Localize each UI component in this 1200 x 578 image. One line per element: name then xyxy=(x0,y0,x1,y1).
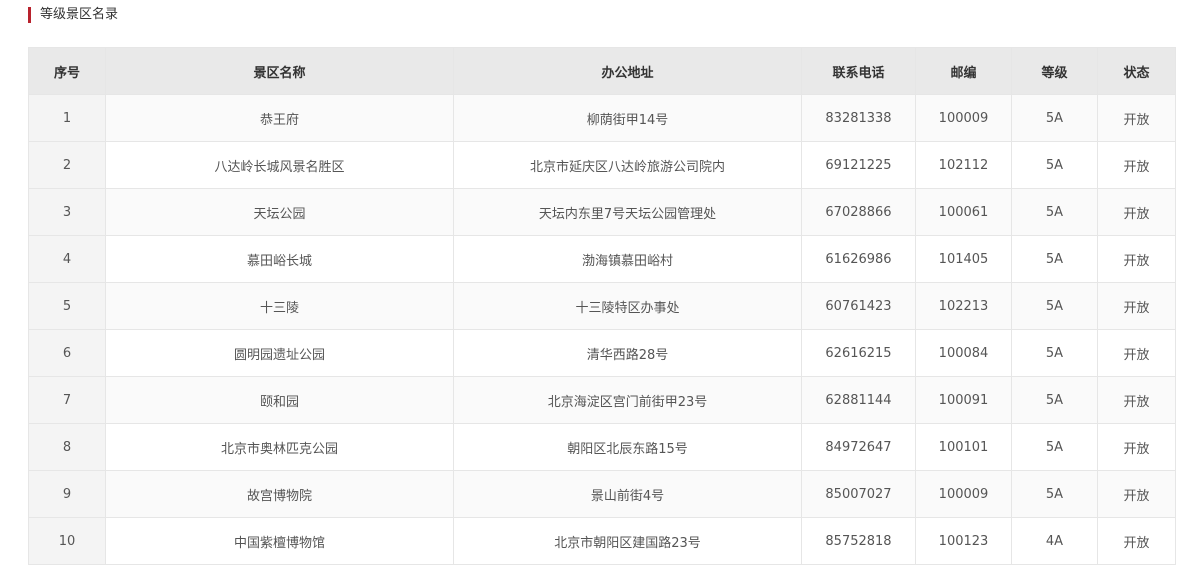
cell-status: 开放 xyxy=(1097,376,1176,424)
header-index: 序号 xyxy=(28,47,106,95)
cell-name: 十三陵 xyxy=(105,282,454,330)
cell-name: 恭王府 xyxy=(105,94,454,142)
cell-index: 4 xyxy=(28,235,106,283)
cell-level: 5A xyxy=(1011,141,1098,189)
cell-status: 开放 xyxy=(1097,423,1176,471)
cell-status: 开放 xyxy=(1097,188,1176,236)
cell-postcode: 100061 xyxy=(915,188,1012,236)
cell-name: 天坛公园 xyxy=(105,188,454,236)
cell-index: 5 xyxy=(28,282,106,330)
cell-address: 景山前街4号 xyxy=(453,470,802,518)
cell-address: 十三陵特区办事处 xyxy=(453,282,802,330)
cell-postcode: 100123 xyxy=(915,517,1012,565)
cell-level: 5A xyxy=(1011,376,1098,424)
cell-postcode: 100101 xyxy=(915,423,1012,471)
table-row: 1 恭王府 柳荫街甲14号 83281338 100009 5A 开放 xyxy=(28,94,1176,142)
cell-name: 北京市奥林匹克公园 xyxy=(105,423,454,471)
cell-name: 八达岭长城风景名胜区 xyxy=(105,141,454,189)
scenic-table-container: 序号 景区名称 办公地址 联系电话 邮编 等级 状态 1 恭王府 柳荫街甲14号 83… xyxy=(28,47,1176,565)
cell-name: 圆明园遗址公园 xyxy=(105,329,454,377)
section-header: 等级景区名录 xyxy=(28,7,118,23)
cell-address: 北京市朝阳区建国路23号 xyxy=(453,517,802,565)
header-status: 状态 xyxy=(1097,47,1176,95)
cell-address: 清华西路28号 xyxy=(453,329,802,377)
table-row: 6 圆明园遗址公园 清华西路28号 62616215 100084 5A 开放 xyxy=(28,329,1176,377)
cell-postcode: 100084 xyxy=(915,329,1012,377)
cell-level: 5A xyxy=(1011,470,1098,518)
cell-status: 开放 xyxy=(1097,94,1176,142)
cell-level: 4A xyxy=(1011,517,1098,565)
cell-index: 8 xyxy=(28,423,106,471)
cell-index: 6 xyxy=(28,329,106,377)
cell-postcode: 100009 xyxy=(915,94,1012,142)
table-row: 10 中国紫檀博物馆 北京市朝阳区建国路23号 85752818 100123 4A 开放 xyxy=(28,517,1176,565)
cell-phone: 62881144 xyxy=(801,376,916,424)
cell-address: 朝阳区北辰东路15号 xyxy=(453,423,802,471)
table-row: 2 八达岭长城风景名胜区 北京市延庆区八达岭旅游公司院内 69121225 102112… xyxy=(28,141,1176,189)
cell-level: 5A xyxy=(1011,235,1098,283)
table-body: 1 恭王府 柳荫街甲14号 83281338 100009 5A 开放 2 八达岭长城风景名胜区… xyxy=(28,94,1176,565)
cell-postcode: 101405 xyxy=(915,235,1012,283)
cell-level: 5A xyxy=(1011,94,1098,142)
cell-status: 开放 xyxy=(1097,235,1176,283)
cell-name: 慕田峪长城 xyxy=(105,235,454,283)
header-address: 办公地址 xyxy=(453,47,802,95)
cell-postcode: 100091 xyxy=(915,376,1012,424)
section-title: 等级景区名录 xyxy=(40,7,119,22)
cell-phone: 62616215 xyxy=(801,329,916,377)
cell-address: 渤海镇慕田峪村 xyxy=(453,235,802,283)
cell-postcode: 102112 xyxy=(915,141,1012,189)
cell-phone: 84972647 xyxy=(801,423,916,471)
cell-phone: 85752818 xyxy=(801,517,916,565)
header-level: 等级 xyxy=(1011,47,1098,95)
cell-status: 开放 xyxy=(1097,282,1176,330)
cell-index: 9 xyxy=(28,470,106,518)
table-row: 7 颐和园 北京海淀区宫门前街甲23号 62881144 100091 5A 开放 xyxy=(28,376,1176,424)
cell-phone: 83281338 xyxy=(801,94,916,142)
cell-postcode: 100009 xyxy=(915,470,1012,518)
header-postcode: 邮编 xyxy=(915,47,1012,95)
cell-name: 中国紫檀博物馆 xyxy=(105,517,454,565)
cell-status: 开放 xyxy=(1097,470,1176,518)
cell-address: 北京海淀区宫门前街甲23号 xyxy=(453,376,802,424)
cell-phone: 85007027 xyxy=(801,470,916,518)
table-row: 5 十三陵 十三陵特区办事处 60761423 102213 5A 开放 xyxy=(28,282,1176,330)
cell-phone: 67028866 xyxy=(801,188,916,236)
cell-address: 天坛内东里7号天坛公园管理处 xyxy=(453,188,802,236)
cell-level: 5A xyxy=(1011,423,1098,471)
cell-status: 开放 xyxy=(1097,329,1176,377)
table-row: 9 故宫博物院 景山前街4号 85007027 100009 5A 开放 xyxy=(28,470,1176,518)
cell-level: 5A xyxy=(1011,329,1098,377)
cell-level: 5A xyxy=(1011,282,1098,330)
cell-status: 开放 xyxy=(1097,141,1176,189)
cell-index: 1 xyxy=(28,94,106,142)
title-accent-bar xyxy=(28,7,31,23)
cell-index: 3 xyxy=(28,188,106,236)
cell-level: 5A xyxy=(1011,188,1098,236)
cell-phone: 61626986 xyxy=(801,235,916,283)
cell-phone: 69121225 xyxy=(801,141,916,189)
cell-name: 故宫博物院 xyxy=(105,470,454,518)
table-row: 3 天坛公园 天坛内东里7号天坛公园管理处 67028866 100061 5A 开放 xyxy=(28,188,1176,236)
table-row: 8 北京市奥林匹克公园 朝阳区北辰东路15号 84972647 100101 5A 开放 xyxy=(28,423,1176,471)
cell-address: 北京市延庆区八达岭旅游公司院内 xyxy=(453,141,802,189)
table-row: 4 慕田峪长城 渤海镇慕田峪村 61626986 101405 5A 开放 xyxy=(28,235,1176,283)
scenic-spots-table: 序号 景区名称 办公地址 联系电话 邮编 等级 状态 1 恭王府 柳荫街甲14号 83… xyxy=(28,47,1176,565)
header-name: 景区名称 xyxy=(105,47,454,95)
cell-status: 开放 xyxy=(1097,517,1176,565)
cell-index: 7 xyxy=(28,376,106,424)
cell-postcode: 102213 xyxy=(915,282,1012,330)
cell-address: 柳荫街甲14号 xyxy=(453,94,802,142)
cell-index: 2 xyxy=(28,141,106,189)
cell-index: 10 xyxy=(28,517,106,565)
table-header: 序号 景区名称 办公地址 联系电话 邮编 等级 状态 xyxy=(28,47,1176,95)
table-header-row: 序号 景区名称 办公地址 联系电话 邮编 等级 状态 xyxy=(28,47,1176,95)
header-phone: 联系电话 xyxy=(801,47,916,95)
cell-name: 颐和园 xyxy=(105,376,454,424)
cell-phone: 60761423 xyxy=(801,282,916,330)
